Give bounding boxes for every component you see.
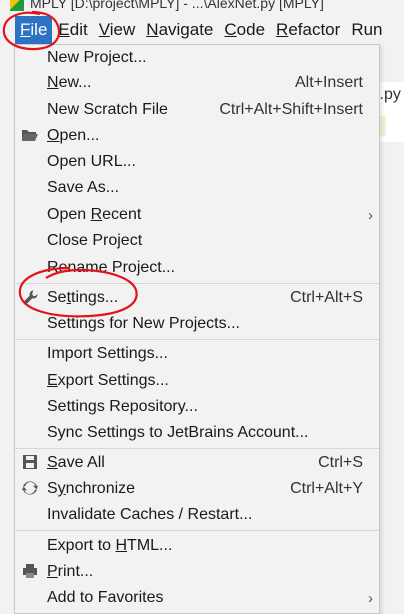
menu-item-invalidate-caches[interactable]: Invalidate Caches / Restart... (15, 502, 379, 528)
sync-icon (21, 480, 39, 498)
menu-item-close-project[interactable]: Close Project (15, 228, 379, 254)
menu-item-settings-for-new-projects[interactable]: Settings for New Projects... (15, 311, 379, 337)
window-title: MPLY [D:\project\MPLY] - ...\AlexNet.py … (30, 0, 324, 11)
file-menu-dropdown: New Project... New... Alt+Insert New Scr… (14, 44, 380, 614)
menu-separator (15, 448, 379, 449)
menu-file[interactable]: File (15, 16, 53, 44)
submenu-arrow-icon: › (368, 206, 373, 224)
menu-edit[interactable]: Edit (53, 16, 92, 44)
menu-item-rename-project[interactable]: Rename Project... (15, 255, 379, 281)
menu-item-open-url[interactable]: Open URL... (15, 149, 379, 175)
menu-item-settings[interactable]: Settings... Ctrl+Alt+S (15, 285, 379, 311)
menu-item-export-settings[interactable]: Export Settings... (15, 368, 379, 394)
menu-refactor[interactable]: Refactor (271, 16, 345, 44)
menu-item-synchronize[interactable]: Synchronize Ctrl+Alt+Y (15, 476, 379, 502)
current-line-highlight (380, 116, 386, 136)
shortcut-label: Ctrl+Alt+Shift+Insert (219, 101, 363, 118)
shortcut-label: Alt+Insert (294, 74, 363, 91)
menu-item-export-to-html[interactable]: Export to HTML... (15, 533, 379, 559)
menu-item-save-as[interactable]: Save As... (15, 175, 379, 201)
menu-item-new-scratch-file[interactable]: New Scratch File Ctrl+Alt+Shift+Insert (15, 97, 379, 123)
save-icon (21, 454, 39, 472)
shortcut-label: Ctrl+Alt+S (290, 289, 363, 306)
menu-navigate[interactable]: Navigate (141, 16, 218, 44)
menu-item-open-recent[interactable]: Open Recent › (15, 202, 379, 228)
menu-view[interactable]: View (94, 16, 141, 44)
wrench-icon (21, 289, 39, 307)
menu-item-new-project[interactable]: New Project... (15, 45, 379, 71)
printer-icon (21, 563, 39, 581)
menu-separator (15, 283, 379, 284)
menu-item-new[interactable]: New... Alt+Insert (15, 70, 379, 96)
menu-separator (15, 530, 379, 531)
shortcut-label: Ctrl+Alt+Y (290, 480, 363, 497)
folder-icon (21, 127, 39, 145)
menu-item-sync-settings-jetbrains[interactable]: Sync Settings to JetBrains Account... (15, 420, 379, 446)
menu-separator (15, 339, 379, 340)
menu-item-open[interactable]: Open... (15, 123, 379, 149)
submenu-arrow-icon: › (368, 589, 373, 607)
menu-item-import-settings[interactable]: Import Settings... (15, 341, 379, 367)
menu-item-add-to-favorites[interactable]: Add to Favorites › (15, 585, 379, 611)
menu-item-settings-repository[interactable]: Settings Repository... (15, 394, 379, 420)
shortcut-label: Ctrl+S (318, 454, 363, 471)
app-icon (10, 0, 24, 12)
menu-item-print[interactable]: Print... (15, 559, 379, 585)
window-title-bar: MPLY [D:\project\MPLY] - ...\AlexNet.py … (0, 0, 404, 12)
menu-code[interactable]: Code (219, 16, 270, 44)
menu-item-save-all[interactable]: Save All Ctrl+S (15, 450, 379, 476)
menu-bar: File Edit View Navigate Code Refactor Ru… (0, 14, 404, 46)
menu-run[interactable]: Run (346, 16, 387, 44)
